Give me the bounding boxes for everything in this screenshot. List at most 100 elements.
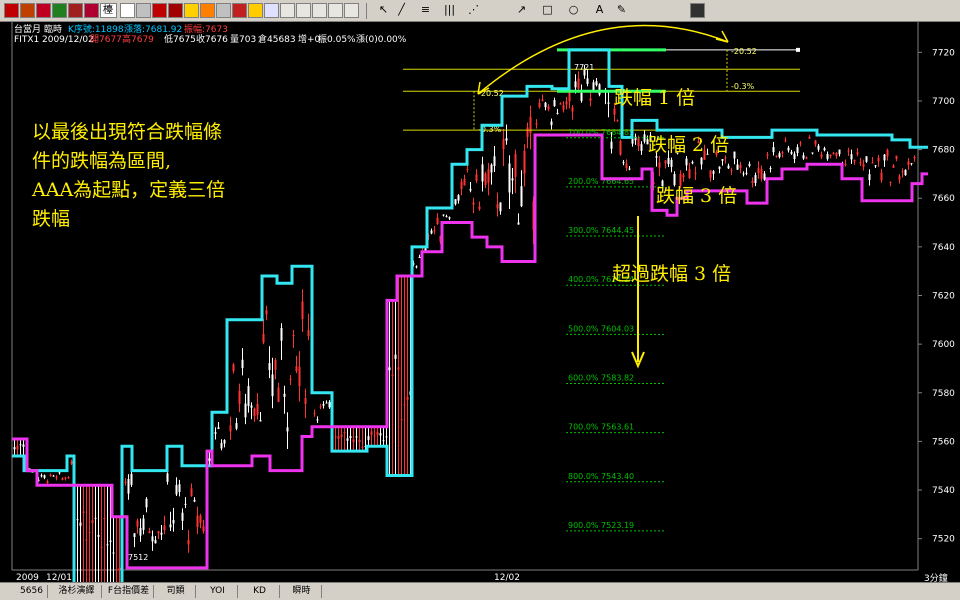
candle-body — [541, 99, 544, 102]
copy-icon[interactable] — [68, 3, 83, 18]
tab-2[interactable]: F台指價差 — [104, 585, 154, 598]
candle-body — [571, 107, 574, 112]
marker-icon[interactable] — [248, 3, 263, 18]
candle-body — [325, 402, 328, 404]
candle-body — [598, 84, 601, 95]
properties-icon[interactable] — [264, 3, 279, 18]
candle-body — [400, 419, 403, 421]
save-drawing-icon[interactable] — [690, 3, 705, 18]
candle-body — [787, 147, 790, 151]
candle-body — [100, 546, 103, 548]
alarm-icon[interactable] — [184, 3, 199, 18]
candle-body — [19, 444, 22, 446]
candle-body — [610, 141, 613, 149]
candle-body — [781, 152, 784, 154]
candle-body — [403, 404, 406, 406]
candle-body — [259, 420, 262, 422]
header-high: 高7679 — [122, 33, 154, 45]
candle-body — [388, 367, 391, 371]
candle-body — [505, 138, 508, 141]
text-icon[interactable]: A — [592, 3, 607, 18]
candle-body — [376, 431, 379, 436]
candle-body — [481, 164, 484, 182]
line-icon[interactable]: ╱ — [394, 3, 409, 18]
peak-label: 7721 — [574, 63, 594, 72]
candle-body — [763, 173, 766, 180]
candle-body — [55, 477, 58, 479]
candle-body — [463, 179, 466, 186]
channel-icon[interactable]: ⋰ — [466, 3, 481, 18]
grid-icon-1[interactable] — [280, 3, 295, 18]
candle-body — [322, 404, 325, 406]
candle-body — [859, 161, 862, 164]
save-icon[interactable] — [36, 3, 51, 18]
symbol-combo[interactable]: 檯 — [100, 3, 117, 18]
candle-body — [595, 81, 598, 86]
grid-icon-5[interactable] — [344, 3, 359, 18]
candle-body — [148, 531, 151, 534]
tab-6[interactable]: 瞬時 — [282, 585, 322, 598]
candle-body — [631, 138, 634, 144]
candle-body — [103, 517, 106, 519]
candle-body — [433, 230, 436, 232]
candle-body — [808, 136, 811, 139]
candle-body — [109, 540, 112, 543]
header-range: 振幅:7673 — [184, 23, 228, 35]
candle-body — [391, 374, 394, 376]
paste-icon[interactable] — [84, 3, 99, 18]
cursor-icon[interactable]: ↖ — [376, 3, 391, 18]
quote-icon[interactable] — [152, 3, 167, 18]
tab-1[interactable]: 洛杉演繹 — [52, 585, 102, 598]
candle-body — [16, 445, 19, 450]
grid-icon-4[interactable] — [328, 3, 343, 18]
new-icon[interactable] — [4, 3, 19, 18]
open-icon[interactable] — [20, 3, 35, 18]
candle-body — [838, 149, 841, 155]
candle-body — [871, 162, 874, 164]
header-date: 2009/12/02 — [42, 35, 94, 45]
tab-3[interactable]: 司類 — [156, 585, 196, 598]
candle-body — [775, 155, 778, 157]
candle-body — [823, 148, 826, 151]
candle-body — [46, 481, 49, 484]
grid-icon-3[interactable] — [312, 3, 327, 18]
candle-body — [298, 366, 301, 387]
candle-body — [70, 461, 73, 464]
candle-body — [895, 155, 898, 160]
pen-icon[interactable]: ✎ — [614, 3, 629, 18]
window-icon[interactable] — [216, 3, 231, 18]
ellipse-icon[interactable]: ○ — [566, 3, 581, 18]
candle-body — [565, 101, 568, 105]
watchlist-icon[interactable] — [136, 3, 151, 18]
candle-body — [757, 168, 760, 174]
layout-icon[interactable] — [232, 3, 247, 18]
candle-body — [874, 165, 877, 167]
rectangle-icon[interactable]: □ — [540, 3, 555, 18]
candle-body — [76, 519, 79, 521]
edit-icon[interactable] — [200, 3, 215, 18]
arrow-icon[interactable]: ↗ — [514, 3, 529, 18]
print-icon[interactable] — [52, 3, 67, 18]
candle-body — [145, 498, 148, 508]
candle-body — [847, 150, 850, 152]
chart-icon[interactable] — [120, 3, 135, 18]
bottom-tabbar: 5656 洛杉演繹 F台指價差 司類 YOI KD 瞬時 — [0, 582, 960, 600]
candle-body — [247, 386, 250, 406]
candle-body — [124, 481, 127, 483]
candle-body — [802, 155, 805, 159]
note-line-1: 以最後出現符合跌幅條 — [32, 121, 222, 143]
candle-body — [553, 100, 556, 107]
grid-icon-2[interactable] — [296, 3, 311, 18]
candle-body — [535, 123, 538, 125]
candle-body — [673, 173, 676, 186]
gann-icon[interactable]: ||| — [442, 3, 457, 18]
tab-4[interactable]: YOI — [198, 585, 238, 598]
tab-code[interactable]: 5656 — [16, 585, 48, 598]
projection-label: 300.0% 7644.45 — [568, 226, 634, 235]
candle-body — [817, 145, 820, 150]
header-mode: 臨時 — [44, 23, 62, 35]
candle-body — [574, 81, 577, 88]
news-icon[interactable] — [168, 3, 183, 18]
fibonacci-icon[interactable]: ≡ — [418, 3, 433, 18]
tab-kd[interactable]: KD — [240, 585, 280, 598]
